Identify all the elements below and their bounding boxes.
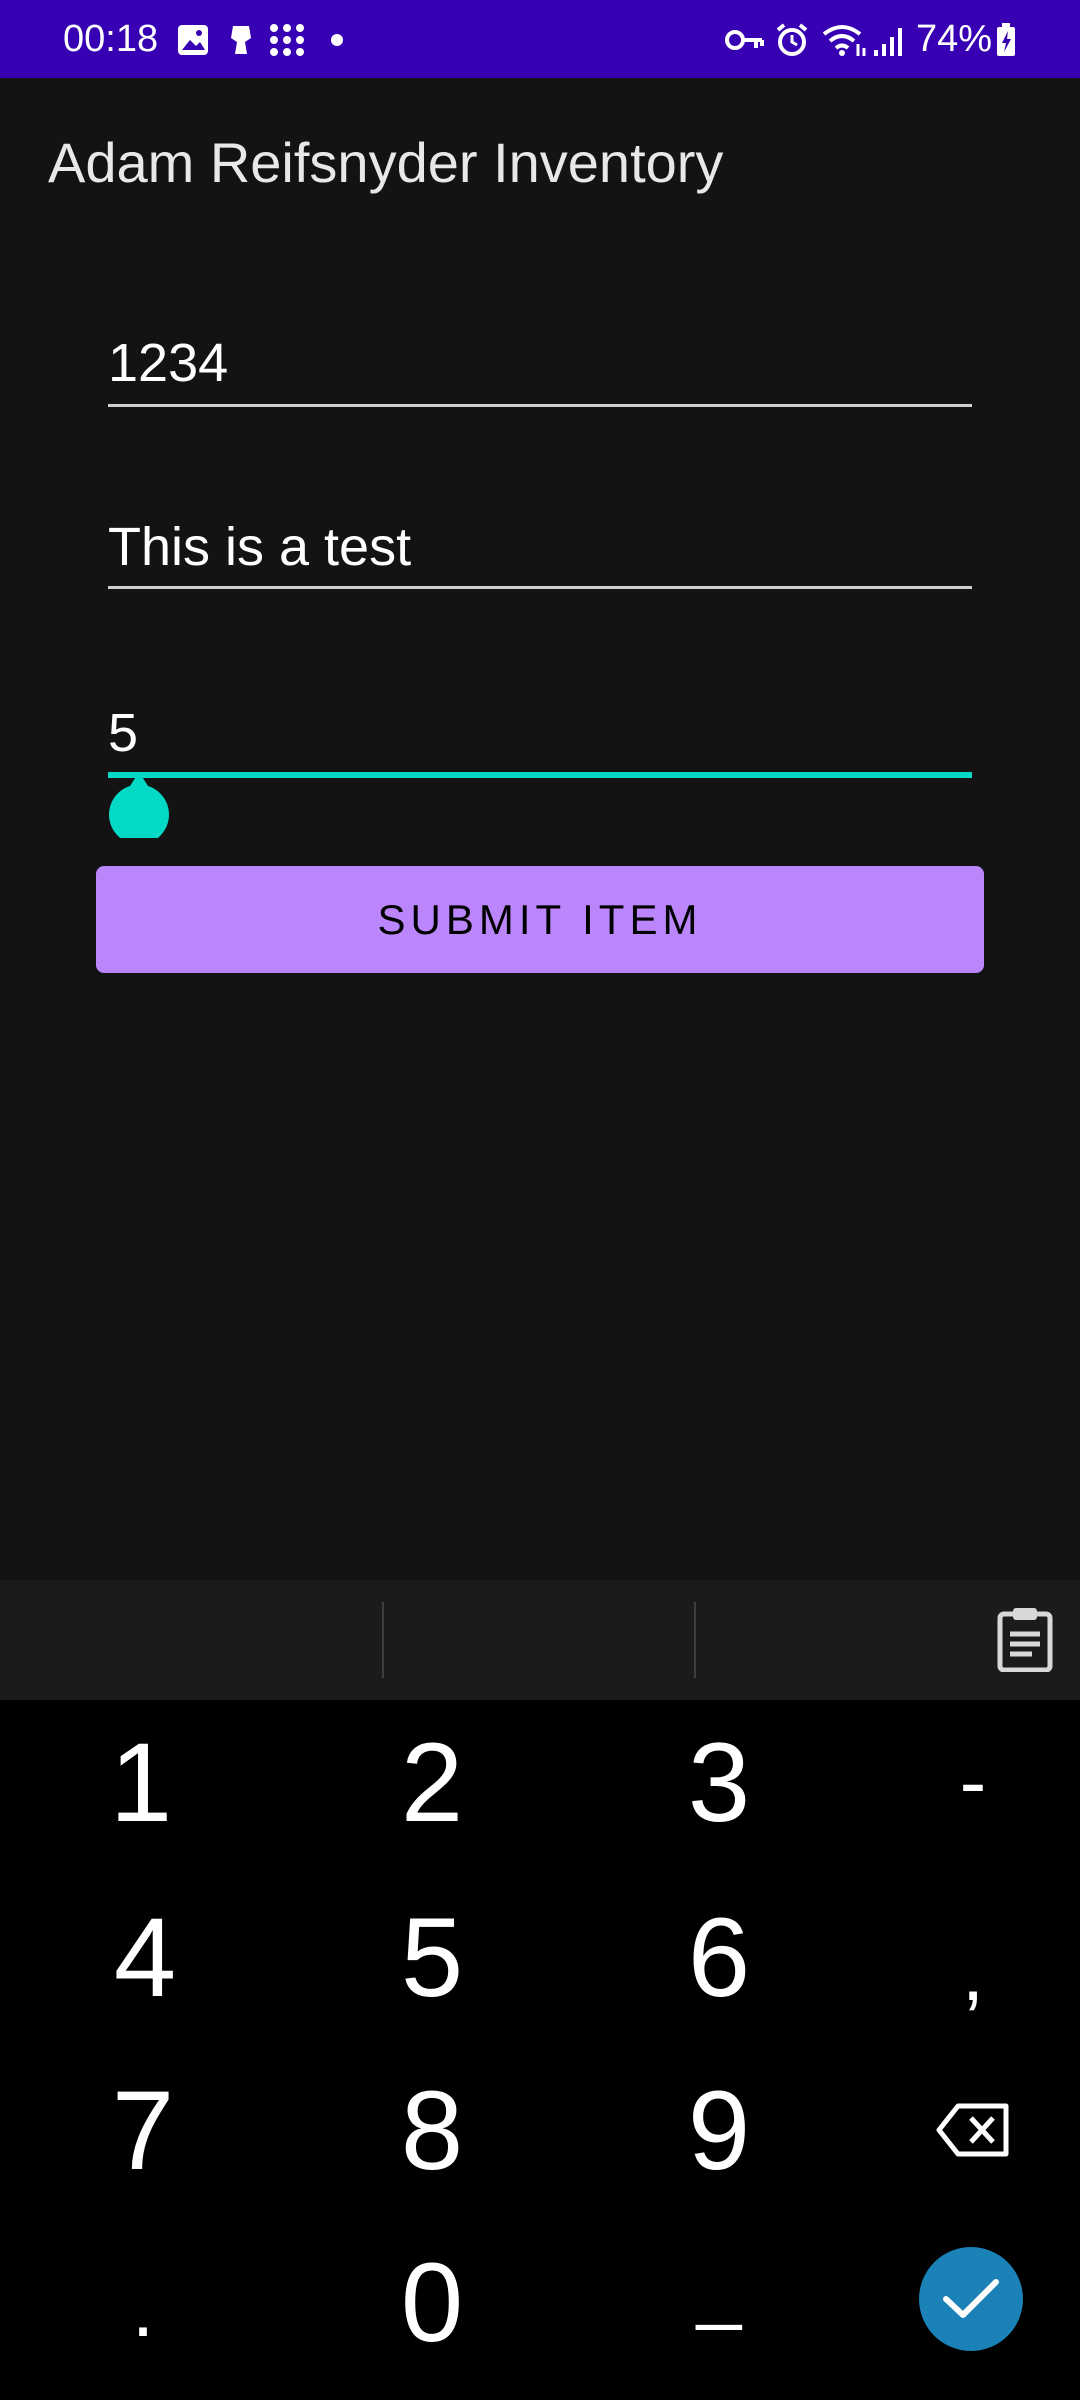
submit-item-button[interactable]: SUBMIT ITEM: [96, 866, 984, 973]
gallery-icon: [178, 25, 208, 55]
dot-icon: [331, 34, 343, 46]
key-5[interactable]: 5: [297, 1870, 567, 2044]
toolbar-divider: [382, 1602, 384, 1678]
vpn-key-icon: [725, 30, 764, 50]
key-dash[interactable]: -: [838, 1695, 1080, 1869]
key-8[interactable]: 8: [297, 2043, 567, 2217]
key-2[interactable]: 2: [297, 1695, 567, 1869]
description-field-value: This is a test: [108, 517, 412, 577]
done-key[interactable]: [919, 2247, 1023, 2351]
key-underscore[interactable]: _: [584, 2200, 854, 2374]
wifi-icon: [822, 25, 866, 56]
key-7[interactable]: 7: [8, 2043, 278, 2217]
description-field[interactable]: This is a test: [108, 520, 972, 592]
key-0[interactable]: 0: [297, 2215, 567, 2389]
key-comma[interactable]: ,: [838, 1886, 1080, 2060]
key-6[interactable]: 6: [584, 1870, 854, 2044]
quantity-field-value: 5: [108, 703, 139, 763]
key-1[interactable]: 1: [6, 1695, 276, 1869]
key-9[interactable]: 9: [584, 2043, 854, 2217]
clipboard-icon[interactable]: [996, 1606, 1054, 1672]
apps-grid-icon: [270, 24, 304, 56]
quantity-field[interactable]: 5: [108, 706, 972, 782]
battery-percent: 74%: [916, 18, 993, 60]
checkmark-icon: [943, 2279, 999, 2318]
alarm-icon: [776, 23, 808, 56]
text-cursor-handle[interactable]: [108, 772, 170, 838]
app-title: Adam Reifsnyder Inventory: [48, 131, 724, 194]
status-bar: 00:18 74%: [0, 0, 1080, 78]
description-field-underline: [108, 586, 972, 589]
key-3[interactable]: 3: [584, 1695, 854, 1869]
id-field[interactable]: 1234: [108, 336, 972, 408]
key-4[interactable]: 4: [10, 1870, 280, 2044]
key-period[interactable]: .: [8, 2222, 278, 2396]
notification-app-icon: [231, 26, 251, 54]
quantity-field-underline: [108, 772, 972, 778]
toolbar-divider: [694, 1602, 696, 1678]
backspace-key[interactable]: [838, 2043, 1080, 2217]
id-field-value: 1234: [108, 333, 229, 393]
battery-icon: [997, 23, 1015, 56]
keyboard-toolbar: [0, 1580, 1080, 1700]
backspace-icon: [936, 2103, 1009, 2157]
signal-icon: [874, 28, 902, 56]
status-time: 00:18: [63, 18, 159, 60]
id-field-underline: [108, 404, 972, 407]
